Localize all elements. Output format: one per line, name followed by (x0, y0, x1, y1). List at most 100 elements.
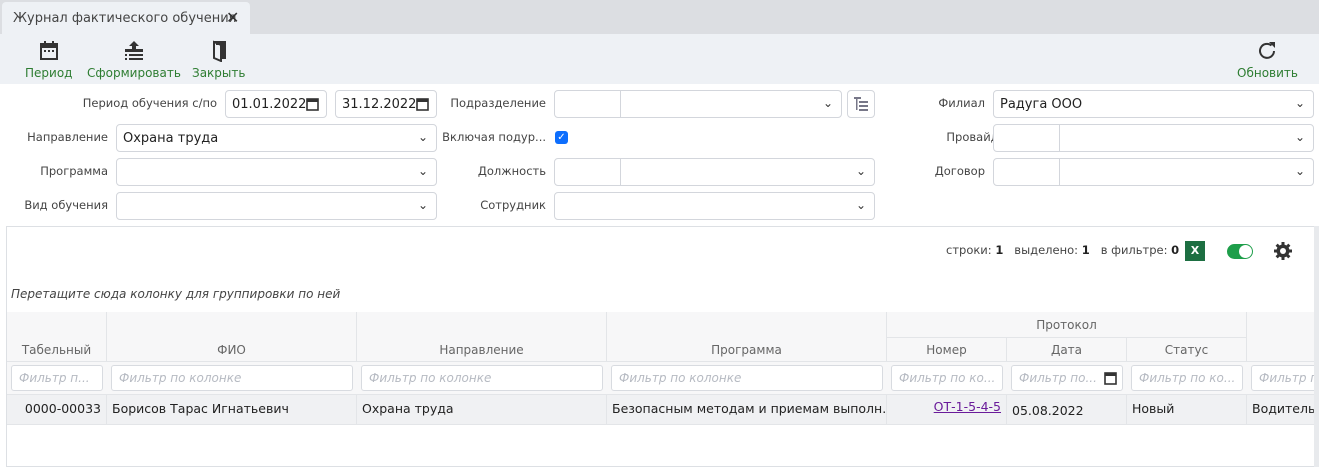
chevron-down-icon: ⌄ (417, 130, 428, 144)
chevron-down-icon: ⌄ (1294, 130, 1305, 144)
column-header-tab-number[interactable]: Табельный (7, 312, 107, 362)
cell-tab-number[interactable]: 0000-00033 (7, 395, 107, 425)
toggle-switch[interactable] (1227, 244, 1253, 259)
generate-label: Сформировать (87, 66, 181, 80)
filter-program[interactable]: Фильтр по колонке (611, 365, 883, 391)
divider (1059, 159, 1060, 185)
direction-value: Охрана труда (123, 131, 219, 146)
column-header-status[interactable]: Статус (1127, 338, 1247, 362)
chevron-down-icon: ⌄ (1294, 164, 1305, 178)
filtered-count: 0 (1171, 243, 1180, 257)
branch-select[interactable]: Радуга ООО ⌄ (993, 90, 1314, 118)
contract-select[interactable]: ⌄ (993, 158, 1314, 186)
period-label: Период (25, 66, 73, 80)
close-label: Закрыть (192, 66, 246, 80)
tree-icon (854, 97, 868, 111)
filter-tab-number[interactable]: Фильтр п... (11, 365, 103, 391)
filter-number[interactable]: Фильтр по ко... (891, 365, 1003, 391)
close-button[interactable]: Закрыть (192, 40, 245, 80)
selected-count: 1 (1081, 243, 1090, 257)
selected-label: выделено: (1014, 243, 1079, 257)
refresh-label: Обновить (1237, 66, 1298, 80)
generate-button[interactable]: Сформировать (87, 40, 181, 80)
program-label: Программа (40, 164, 108, 178)
tab-journal[interactable]: Журнал фактического обучения ✕ (2, 2, 250, 34)
column-header-fio[interactable]: ФИО (107, 312, 357, 362)
calendar-icon[interactable] (306, 97, 319, 111)
chevron-down-icon: ⌄ (417, 198, 428, 212)
filtered-label: в фильтре: (1100, 243, 1168, 257)
calendar-icon (39, 41, 58, 60)
divider (620, 91, 621, 117)
direction-label: Направление (27, 130, 108, 144)
grid-stats: строки: 1 выделено: 1 в фильтре: 0 (946, 243, 1179, 257)
cell-status[interactable]: Новый (1127, 395, 1247, 425)
provider-select[interactable]: ⌄ (993, 124, 1314, 152)
period-button[interactable]: Период (25, 40, 72, 80)
department-tree-button[interactable] (847, 90, 875, 118)
training-type-label: Вид обучения (24, 198, 108, 212)
divider (620, 159, 621, 185)
date-from-value: 01.01.2022 (232, 97, 307, 112)
close-tab-icon[interactable]: ✕ (226, 8, 239, 27)
employee-label: Сотрудник (480, 198, 546, 212)
program-select[interactable]: ⌄ (116, 158, 437, 186)
include-sub-label: Включая подур... (442, 130, 546, 144)
branch-value: Радуга ООО (1000, 97, 1083, 112)
filter-date[interactable]: Фильтр по... (1011, 365, 1123, 391)
toolbar: Период Сформировать Закрыть Обновить (0, 34, 1319, 84)
contract-label: Договор (934, 164, 985, 178)
cell-program[interactable]: Безопасным методам и приемам выполн... (607, 395, 887, 425)
gear-icon[interactable] (1273, 241, 1293, 261)
cell-extra[interactable]: Водитель (1247, 395, 1319, 425)
vertical-scrollbar[interactable] (1314, 226, 1319, 467)
chevron-down-icon: ⌄ (417, 164, 428, 178)
filter-direction[interactable]: Фильтр по колонке (361, 365, 603, 391)
door-icon (212, 40, 226, 62)
period-label: Период обучения с/по (82, 96, 217, 110)
date-from-input[interactable]: 01.01.2022 (225, 90, 327, 118)
filter-extra[interactable]: Фильтр п (1251, 365, 1319, 391)
employee-select[interactable]: ⌄ (554, 192, 875, 220)
date-to-input[interactable]: 31.12.2022 (335, 90, 437, 118)
upload-list-icon (124, 41, 143, 60)
cell-fio[interactable]: Борисов Тарас Игнатьевич (107, 395, 357, 425)
include-sub-checkbox[interactable]: ✓ (555, 131, 568, 144)
column-group-protocol: Протокол (887, 312, 1247, 338)
cell-direction[interactable]: Охрана труда (357, 395, 607, 425)
position-label: Должность (477, 164, 546, 178)
excel-export-button[interactable]: X (1185, 241, 1205, 261)
tab-title: Журнал фактического обучения (13, 11, 237, 26)
chevron-down-icon: ⌄ (855, 198, 866, 212)
chevron-down-icon: ⌄ (855, 164, 866, 178)
rows-label: строки: (946, 243, 992, 257)
column-header-direction[interactable]: Направление (357, 312, 607, 362)
excel-icon: X (1190, 244, 1200, 257)
calendar-icon[interactable] (1104, 371, 1117, 385)
column-header-date[interactable]: Дата (1007, 338, 1127, 362)
column-header-program[interactable]: Программа (607, 312, 887, 362)
filter-status[interactable]: Фильтр по ко... (1131, 365, 1243, 391)
chevron-down-icon: ⌄ (822, 96, 833, 110)
branch-label: Филиал (938, 96, 985, 110)
divider (1059, 125, 1060, 151)
refresh-icon (1259, 42, 1276, 59)
column-header-number[interactable]: Номер (887, 338, 1007, 362)
training-type-select[interactable]: ⌄ (116, 192, 437, 220)
rows-count: 1 (995, 243, 1004, 257)
filter-date-placeholder: Фильтр по... (1019, 371, 1097, 385)
filter-fio[interactable]: Фильтр по колонке (111, 365, 353, 391)
date-to-value: 31.12.2022 (342, 97, 417, 112)
column-header-extra[interactable] (1247, 312, 1319, 362)
refresh-button[interactable]: Обновить (1237, 40, 1298, 80)
direction-select[interactable]: Охрана труда ⌄ (116, 124, 437, 152)
chevron-down-icon: ⌄ (1294, 96, 1305, 110)
protocol-link[interactable]: ОТ-1-5-4-5 (934, 399, 1001, 414)
position-select[interactable]: ⌄ (554, 158, 875, 186)
department-select[interactable]: ⌄ (554, 90, 842, 118)
cell-date[interactable]: 05.08.2022 (1007, 395, 1127, 425)
calendar-icon[interactable] (416, 97, 429, 111)
cell-number[interactable]: ОТ-1-5-4-5 (887, 395, 1007, 425)
department-label: Подразделение (450, 96, 546, 110)
group-panel-hint: Перетащите сюда колонку для группировки … (11, 287, 341, 301)
